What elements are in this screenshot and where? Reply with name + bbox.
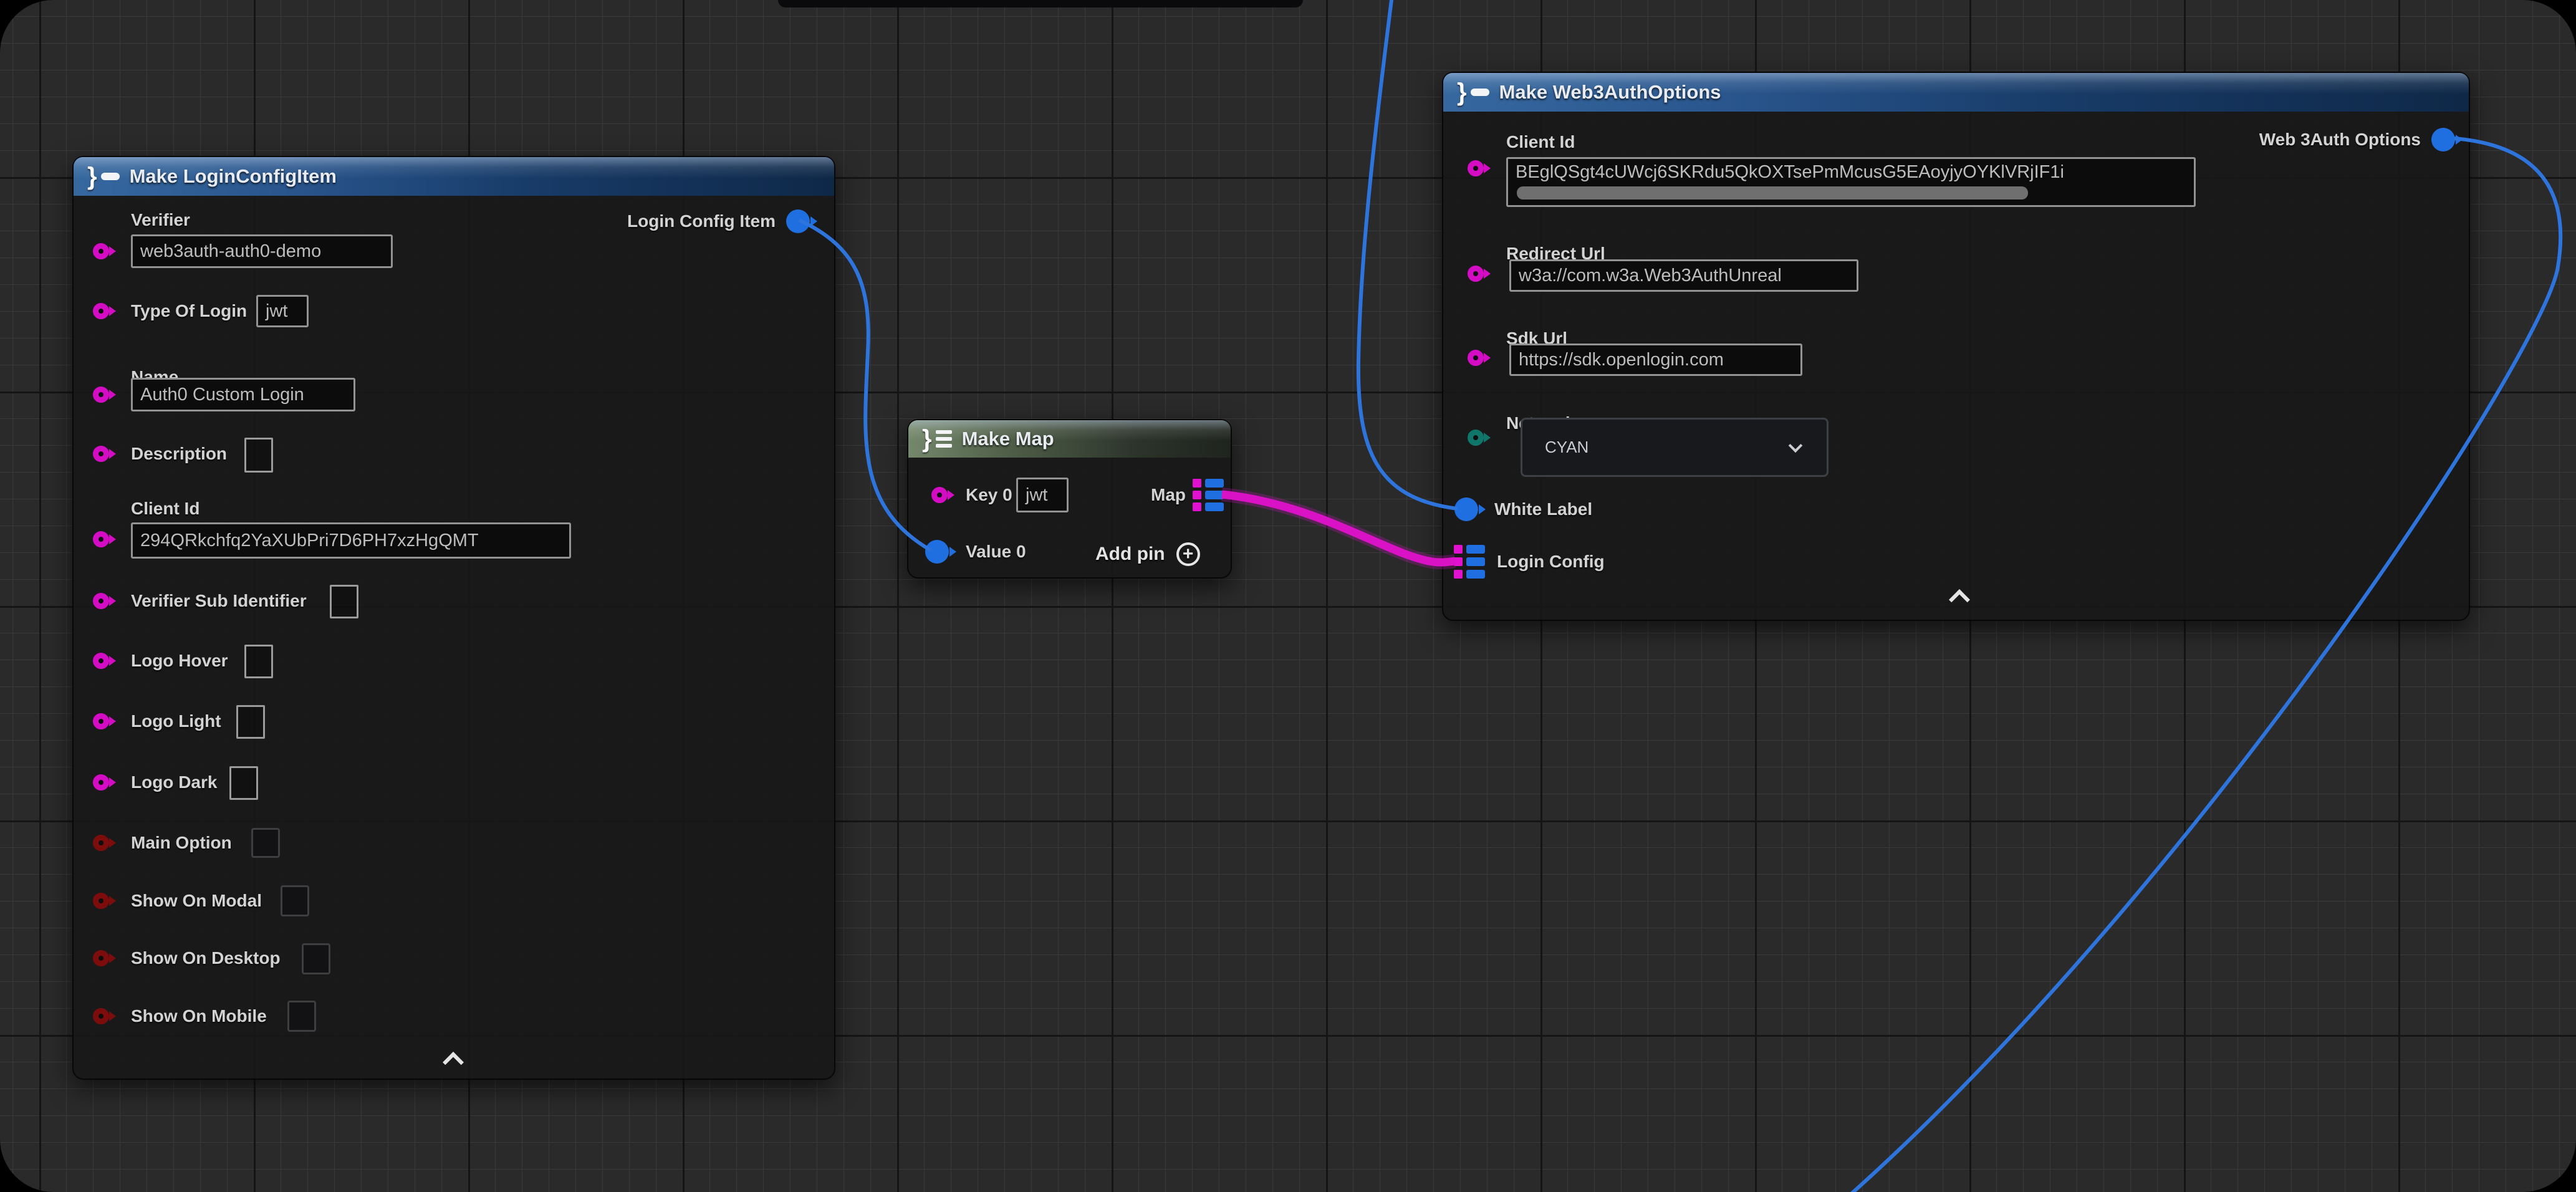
client-id-input[interactable]: BEglQSgt4cUWcj6SKRdu5QkOXTsePmMcusG5EAoy… bbox=[1506, 157, 2196, 207]
redirect-url-input[interactable]: w3a://com.w3a.Web3AuthUnreal bbox=[1509, 259, 1858, 292]
collapse-node-chevron-icon[interactable] bbox=[443, 1052, 464, 1073]
pin-label-main-option: Main Option bbox=[131, 830, 232, 855]
pin-label-key-0: Key 0 bbox=[966, 483, 1012, 507]
show-on-desktop-checkbox[interactable] bbox=[302, 943, 330, 974]
description-input[interactable] bbox=[244, 438, 273, 473]
make-struct-icon: } bbox=[87, 164, 120, 189]
node-title: Make Web3AuthOptions bbox=[1499, 81, 1721, 103]
pin-label-description: Description bbox=[131, 441, 227, 466]
map-output-pin[interactable] bbox=[1193, 479, 1225, 511]
pin-label-value-0: Value 0 bbox=[966, 539, 1026, 564]
collapse-node-chevron-icon[interactable] bbox=[1949, 589, 1970, 610]
client-id-input[interactable]: 294QRkchfq2YaXUbPri7D6PH7xzHgQMT bbox=[131, 522, 571, 559]
add-pin-label: Add pin bbox=[1095, 544, 1165, 565]
key-0-input[interactable]: jwt bbox=[1016, 478, 1069, 512]
show-on-mobile-checkbox[interactable] bbox=[287, 1001, 316, 1032]
pin-label-client-id: Client Id bbox=[131, 496, 199, 521]
node-make-map[interactable]: } Make Map Key 0 jwt Map Value 0 Add pin… bbox=[907, 419, 1232, 579]
show-on-desktop-pin[interactable] bbox=[93, 950, 109, 966]
network-dropdown[interactable]: CYAN bbox=[1521, 418, 1829, 477]
output-pin-label: Web 3Auth Options bbox=[2259, 127, 2421, 152]
show-on-modal-checkbox[interactable] bbox=[281, 885, 309, 916]
client-id-scrollbar[interactable] bbox=[1517, 186, 2028, 199]
verifier-input[interactable]: web3auth-auth0-demo bbox=[131, 234, 393, 268]
node-header-make-map[interactable]: } Make Map bbox=[908, 420, 1231, 458]
description-pin[interactable] bbox=[93, 446, 109, 462]
network-pin[interactable] bbox=[1468, 430, 1484, 446]
pin-label-logo-hover: Logo Hover bbox=[131, 648, 228, 673]
pin-label-login-config: Login Config bbox=[1497, 549, 1605, 574]
blueprint-graph-canvas[interactable]: } Make LoginConfigItem Login Config Item… bbox=[0, 0, 2576, 1192]
logo-hover-pin[interactable] bbox=[93, 653, 109, 669]
logo-light-pin[interactable] bbox=[93, 713, 109, 729]
client-id-pin[interactable] bbox=[93, 531, 109, 547]
key-0-pin[interactable] bbox=[931, 487, 948, 503]
show-on-mobile-pin[interactable] bbox=[93, 1008, 109, 1024]
logo-dark-input[interactable] bbox=[229, 766, 258, 800]
value-0-pin[interactable] bbox=[925, 540, 949, 564]
pin-label-show-on-desktop: Show On Desktop bbox=[131, 946, 281, 971]
output-pin-label: Login Config Item bbox=[627, 209, 776, 234]
pin-label-verifier-sub-identifier: Verifier Sub Identifier bbox=[131, 589, 307, 613]
web3auth-options-output-pin[interactable] bbox=[2431, 128, 2455, 151]
pin-label-logo-dark: Logo Dark bbox=[131, 770, 217, 795]
verifier-sub-identifier-input[interactable] bbox=[330, 585, 358, 618]
node-header-make-web3authoptions[interactable]: } Make Web3AuthOptions bbox=[1443, 73, 2469, 112]
add-pin-button[interactable]: Add pin + bbox=[1095, 542, 1200, 566]
pin-label-white-label: White Label bbox=[1494, 497, 1592, 522]
offscreen-node-bottom-edge[interactable] bbox=[778, 0, 1303, 7]
node-make-web3authoptions[interactable]: } Make Web3AuthOptions Web 3Auth Options… bbox=[1442, 72, 2470, 621]
client-id-pin[interactable] bbox=[1468, 160, 1484, 176]
pin-label-type-of-login: Type Of Login bbox=[131, 299, 247, 324]
pin-label-verifier: Verifier bbox=[131, 208, 190, 233]
wire-map-to-loginconfig[interactable] bbox=[1222, 494, 1455, 562]
sdk-url-input[interactable]: https://sdk.openlogin.com bbox=[1509, 344, 1802, 376]
make-map-icon: } bbox=[922, 426, 952, 451]
type-of-login-pin[interactable] bbox=[93, 303, 109, 319]
node-title: Make LoginConfigItem bbox=[130, 165, 337, 188]
chevron-down-icon bbox=[1789, 438, 1803, 453]
node-make-loginconfigitem[interactable]: } Make LoginConfigItem Login Config Item… bbox=[72, 156, 835, 1080]
node-header-make-loginconfigitem[interactable]: } Make LoginConfigItem bbox=[74, 157, 834, 196]
logo-light-input[interactable] bbox=[236, 705, 265, 739]
pin-label-show-on-modal: Show On Modal bbox=[131, 888, 262, 913]
white-label-pin[interactable] bbox=[1454, 497, 1478, 521]
show-on-modal-pin[interactable] bbox=[93, 893, 109, 909]
type-of-login-input[interactable]: jwt bbox=[256, 295, 309, 327]
logo-hover-input[interactable] bbox=[244, 645, 273, 678]
logo-dark-pin[interactable] bbox=[93, 774, 109, 791]
login-config-item-output-pin[interactable] bbox=[786, 209, 810, 233]
pin-label-show-on-mobile: Show On Mobile bbox=[131, 1004, 267, 1029]
node-title: Make Map bbox=[962, 428, 1054, 450]
wire-map-to-loginconfig-glow bbox=[1222, 494, 1455, 562]
add-pin-plus-icon: + bbox=[1176, 542, 1200, 566]
redirect-url-pin[interactable] bbox=[1468, 266, 1484, 282]
network-selected-value: CYAN bbox=[1545, 438, 1588, 457]
make-struct-icon: } bbox=[1457, 80, 1489, 105]
verifier-pin[interactable] bbox=[93, 243, 109, 259]
main-option-checkbox[interactable] bbox=[251, 828, 280, 858]
pin-label-logo-light: Logo Light bbox=[131, 709, 221, 734]
main-option-pin[interactable] bbox=[93, 835, 109, 851]
name-input[interactable]: Auth0 Custom Login bbox=[131, 378, 355, 411]
name-pin[interactable] bbox=[93, 387, 109, 403]
pin-label-map: Map bbox=[1151, 483, 1186, 507]
login-config-pin[interactable] bbox=[1454, 545, 1486, 579]
verifier-sub-identifier-pin[interactable] bbox=[93, 593, 109, 609]
sdk-url-pin[interactable] bbox=[1468, 350, 1484, 366]
pin-label-client-id: Client Id bbox=[1506, 130, 1575, 155]
